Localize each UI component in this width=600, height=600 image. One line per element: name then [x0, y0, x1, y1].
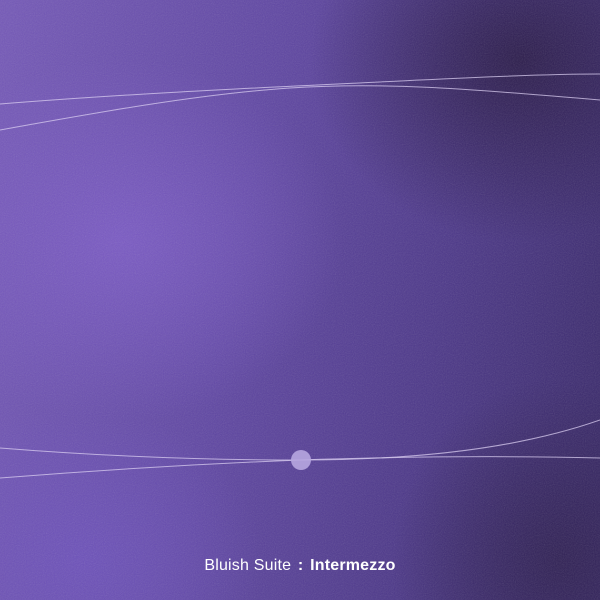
caption-separator: :: [297, 557, 304, 574]
orbit-line-top-1: [0, 73, 600, 105]
orbit-line-top-2: [0, 85, 600, 131]
album-cover: Bluish Suite : Intermezzo: [0, 0, 600, 600]
planet-dot: [291, 450, 311, 470]
series-name: Bluish Suite: [204, 557, 292, 574]
cover-caption: Bluish Suite : Intermezzo: [0, 557, 600, 575]
orbit-lines: [0, 73, 600, 479]
track-title: Intermezzo: [310, 557, 396, 574]
